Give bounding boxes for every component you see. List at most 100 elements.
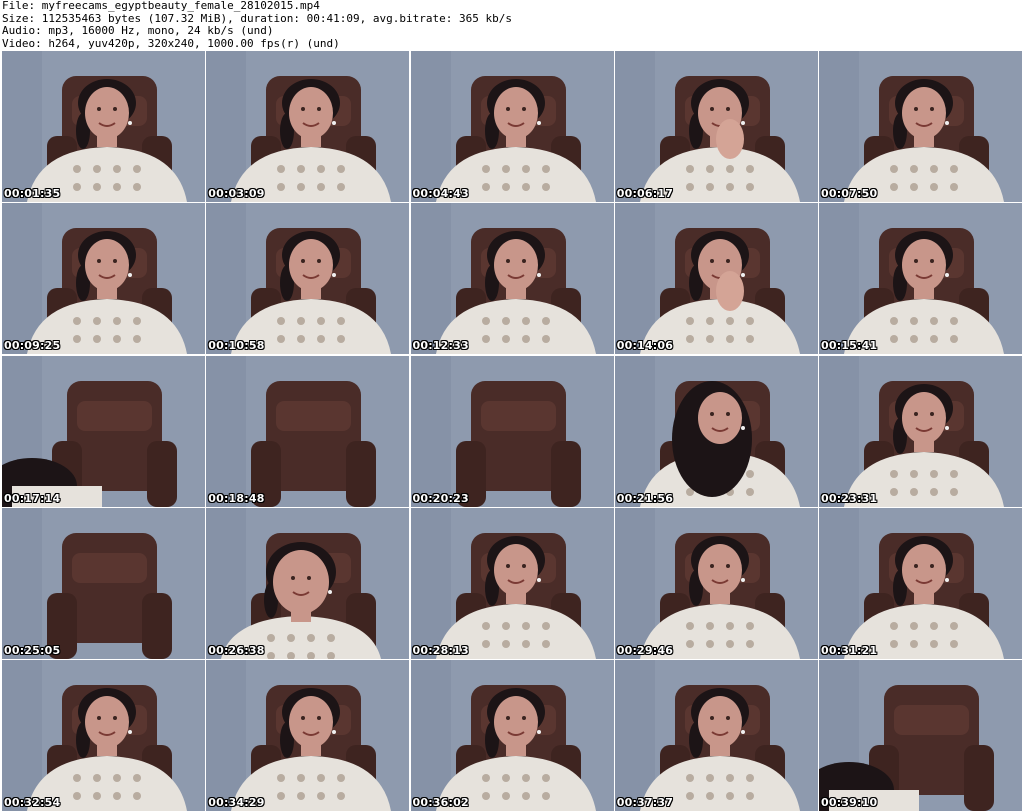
eye-left (505, 563, 510, 568)
eye-left (505, 107, 510, 111)
eye-right (725, 716, 730, 720)
shirt-pattern (541, 639, 550, 648)
face (289, 87, 334, 139)
video-thumbnail[interactable]: 00:28:13 (410, 507, 614, 659)
video-thumbnail[interactable]: 00:17:14 (2, 355, 205, 507)
shirt-pattern (73, 183, 81, 191)
video-thumbnail[interactable]: 00:07:50 (819, 51, 1022, 202)
shirt-pattern (725, 639, 734, 648)
video-thumbnail[interactable]: 00:18:48 (206, 355, 410, 507)
video-thumbnail[interactable]: 00:03:09 (206, 51, 410, 202)
shirt-pattern (337, 792, 346, 800)
thumbnail-timestamp: 00:37:37 (616, 796, 674, 809)
shirt-pattern (501, 317, 510, 326)
wall-corner (206, 355, 247, 507)
shirt-pattern (481, 639, 490, 648)
video-thumbnail[interactable]: 00:23:31 (819, 355, 1022, 507)
shirt-pattern (481, 183, 490, 191)
shirt-pattern (910, 487, 918, 496)
thumbnail-frame (614, 203, 818, 355)
video-thumbnail[interactable]: 00:39:10 (819, 660, 1022, 811)
shirt-pattern (950, 469, 958, 478)
shirt-pattern (910, 335, 918, 344)
thumbnail-timestamp: 00:14:06 (616, 339, 674, 353)
shirt-pattern (93, 774, 101, 782)
shirt-pattern (307, 633, 316, 642)
thumbnail-frame (410, 507, 614, 659)
shirt-pattern (685, 774, 694, 782)
shirt-pattern (725, 774, 734, 782)
shirt-pattern (890, 317, 898, 326)
video-thumbnail[interactable]: 00:14:06 (614, 203, 818, 355)
shirt-pattern (113, 792, 121, 800)
video-thumbnail[interactable]: 00:04:43 (410, 51, 614, 202)
file-name-line: File: myfreecams_egyptbeauty_female_2810… (2, 0, 320, 12)
hand (715, 271, 744, 312)
video-thumbnail[interactable]: 00:10:58 (206, 203, 410, 355)
thumbnail-timestamp: 00:29:46 (616, 643, 674, 657)
shirt-pattern (890, 335, 898, 344)
thumbnail-timestamp: 00:10:58 (208, 339, 265, 353)
eye-left (914, 107, 918, 111)
eye-right (930, 107, 934, 111)
shirt-pattern (705, 165, 714, 173)
earring (945, 425, 949, 430)
video-thumbnail[interactable]: 00:21:56 (614, 355, 818, 507)
video-thumbnail[interactable]: 00:31:21 (819, 507, 1022, 659)
earring (128, 121, 132, 125)
shirt-pattern (910, 165, 918, 173)
shirt-pattern (541, 792, 550, 800)
video-thumbnail[interactable]: 00:25:05 (2, 507, 205, 659)
eye-right (307, 575, 312, 580)
video-thumbnail[interactable]: 00:36:02 (410, 660, 614, 811)
shirt-pattern (93, 165, 101, 173)
eye-right (930, 563, 934, 568)
earring (328, 589, 333, 594)
thumbnail-frame (819, 203, 1022, 355)
video-thumbnail[interactable]: 00:01:35 (2, 51, 205, 202)
face (289, 696, 334, 748)
shirt-pattern (541, 774, 550, 782)
video-thumbnail[interactable]: 00:12:33 (410, 203, 614, 355)
video-thumbnail[interactable]: 00:06:17 (614, 51, 818, 202)
shirt-pattern (277, 335, 286, 344)
shirt-pattern (133, 335, 141, 344)
thumbnail-timestamp: 00:23:31 (821, 491, 878, 505)
shirt-pattern (745, 487, 754, 496)
eye-right (113, 107, 117, 111)
shirt-pattern (481, 792, 490, 800)
thumbnail-timestamp: 00:15:41 (821, 339, 878, 353)
video-thumbnail[interactable]: 00:26:38 (206, 507, 410, 659)
face (493, 239, 538, 292)
video-thumbnail[interactable]: 00:34:29 (206, 660, 410, 811)
shirt-pattern (113, 317, 121, 326)
eye-right (930, 259, 934, 264)
shirt-pattern (317, 774, 326, 782)
video-thumbnail[interactable]: 00:32:54 (2, 660, 205, 811)
earring (128, 730, 132, 734)
shirt-pattern (930, 317, 938, 326)
shirt-pattern (541, 317, 550, 326)
thumbnail-frame (206, 51, 410, 202)
eye-left (291, 575, 296, 580)
shirt-pattern (317, 183, 326, 191)
shirt-pattern (705, 335, 714, 344)
video-thumbnail[interactable]: 00:20:23 (410, 355, 614, 507)
shirt-pattern (113, 183, 121, 191)
video-thumbnail[interactable]: 00:09:25 (2, 203, 205, 355)
eye-left (97, 107, 101, 111)
video-thumbnail[interactable]: 00:37:37 (614, 660, 818, 811)
eye-left (709, 411, 714, 416)
shirt-pattern (277, 792, 286, 800)
thumbnail-grid: 00:01:35 00:03:09 00:04:43 00:06:17 00:07:50… (2, 51, 1022, 811)
thumbnail-frame (206, 203, 410, 355)
face (902, 391, 946, 444)
video-thumbnail[interactable]: 00:15:41 (819, 203, 1022, 355)
shirt-pattern (930, 469, 938, 478)
shirt-pattern (685, 335, 694, 344)
shirt-pattern (930, 183, 938, 191)
face (273, 549, 330, 614)
shirt-pattern (745, 165, 754, 173)
eye-left (301, 107, 306, 111)
video-thumbnail[interactable]: 00:29:46 (614, 507, 818, 659)
